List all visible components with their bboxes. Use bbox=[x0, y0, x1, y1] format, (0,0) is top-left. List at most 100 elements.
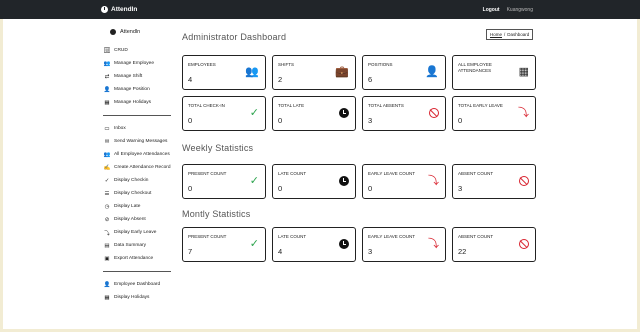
sidebar-item-crud[interactable]: 🗄 CRUD bbox=[103, 44, 173, 57]
card-label: LATE COUNT bbox=[278, 171, 307, 176]
monthly-statistics-title: Montly Statistics bbox=[182, 209, 251, 219]
card-label: TOTAL LATE bbox=[278, 103, 305, 108]
top-card-all-employee-attendances[interactable]: ALL EMPLOYEE ATTENDANCES ▦ bbox=[452, 55, 536, 90]
card-label: TOTAL CHECK-IN bbox=[188, 103, 225, 108]
top-nav-links: Logout Kuangwong bbox=[483, 0, 533, 19]
navbar-brand[interactable]: Attendln bbox=[101, 6, 137, 13]
sidebar-item-manage-employee[interactable]: 👥 Manage Employee bbox=[103, 57, 173, 70]
ban-icon bbox=[519, 176, 529, 189]
card-value: 0 bbox=[188, 184, 193, 193]
weekly-card-early-leave-count[interactable]: EARLY LEAVE COUNT 0 ⤵ bbox=[362, 164, 446, 199]
envelope-icon: ✉ bbox=[104, 138, 110, 145]
sidebar-group-admin: 🗄 CRUD 👥 Manage Employee ⇄ Manage Shift 👤 Manag… bbox=[103, 44, 173, 109]
list-icon: ☰ bbox=[104, 190, 110, 197]
top-card-positions[interactable]: POSITIONS 6 👤 bbox=[362, 55, 446, 90]
card-label: TOTAL ABSENTS bbox=[368, 103, 404, 108]
card-value: 3 bbox=[368, 247, 373, 256]
sidebar-item-manage-position[interactable]: 👤 Manage Position bbox=[103, 83, 173, 96]
arrow-down-icon: ⤵ bbox=[428, 238, 439, 250]
clock-icon bbox=[339, 239, 349, 252]
sidebar-item-display-checkout[interactable]: ☰ Display Checkout bbox=[103, 187, 173, 200]
card-label: ALL EMPLOYEE ATTENDANCES bbox=[458, 62, 492, 73]
card-value: 0 bbox=[188, 116, 193, 125]
sidebar-item-label: Manage Shift bbox=[114, 74, 143, 79]
today-card-total-early-leave[interactable]: TOTAL EARLY LEAVE 0 ⤵ bbox=[452, 96, 536, 131]
clock-icon bbox=[339, 176, 349, 189]
sidebar-item-display-checkin[interactable]: ✓ Display Checkin bbox=[103, 174, 173, 187]
check-icon: ✓ bbox=[249, 238, 259, 250]
card-label: ABSENT COUNT bbox=[458, 234, 494, 239]
ban-icon bbox=[429, 108, 439, 121]
monthly-card-early-leave-count[interactable]: EARLY LEAVE COUNT 3 ⤵ bbox=[362, 227, 446, 262]
weekly-card-late-count[interactable]: LATE COUNT 0 bbox=[272, 164, 356, 199]
weekly-card-absent-count[interactable]: ABSENT COUNT 3 bbox=[452, 164, 536, 199]
sidebar-item-manage-holidays[interactable]: ▦ Manage Holidays bbox=[103, 96, 173, 109]
sidebar-item-all-employee-attendances[interactable]: 👥 All Employee Attendances bbox=[103, 148, 173, 161]
logout-link[interactable]: Logout bbox=[483, 7, 500, 13]
users-icon: 👥 bbox=[103, 60, 111, 67]
sidebar: Attendln 🗄 CRUD 👥 Manage Employee ⇄ Manage Sh… bbox=[103, 19, 173, 329]
breadcrumb-home-link[interactable]: Home bbox=[490, 32, 502, 37]
arrow-down-icon: ⤵ bbox=[518, 107, 529, 119]
monthly-card-absent-count[interactable]: ABSENT COUNT 22 bbox=[452, 227, 536, 262]
card-label: ABSENT COUNT bbox=[458, 171, 494, 176]
sidebar-item-label: Data Summary bbox=[114, 243, 146, 248]
top-card-shifts[interactable]: SHIFTS 2 💼 bbox=[272, 55, 356, 90]
sidebar-brand[interactable]: Attendln bbox=[110, 29, 173, 35]
inbox-icon: ▭ bbox=[104, 125, 110, 132]
breadcrumb: Home / Dashboard bbox=[486, 29, 534, 40]
briefcase-clock-icon: 💼 bbox=[335, 66, 349, 78]
calendar-icon: ▦ bbox=[104, 99, 110, 106]
database-icon: 🗄 bbox=[103, 47, 111, 54]
sidebar-item-label: Display Holidays bbox=[114, 295, 150, 300]
top-navbar: Attendln Logout Kuangwong bbox=[0, 0, 640, 19]
sidebar-item-label: Send Warning Messages bbox=[114, 139, 168, 144]
weekly-card-present-count[interactable]: PRESENT COUNT 0 ✓ bbox=[182, 164, 266, 199]
sidebar-item-label: Manage Holidays bbox=[114, 100, 152, 105]
users-icon: 👥 bbox=[103, 151, 111, 158]
card-value: 0 bbox=[278, 116, 283, 125]
card-value: 22 bbox=[458, 247, 467, 256]
card-value: 7 bbox=[188, 247, 193, 256]
sidebar-item-create-attendance-record[interactable]: ✍ Create Attendance Record bbox=[103, 161, 173, 174]
card-value: 2 bbox=[278, 75, 283, 84]
card-label: LATE COUNT bbox=[278, 234, 307, 239]
card-label: PRESENT COUNT bbox=[188, 234, 227, 239]
card-label: PRESENT COUNT bbox=[188, 171, 227, 176]
sidebar-item-send-warning-messages[interactable]: ✉ Send Warning Messages bbox=[103, 135, 173, 148]
sidebar-item-label: Create Attendance Record bbox=[114, 165, 171, 170]
brand-logo-icon bbox=[101, 6, 108, 13]
toggle-icon: ⇄ bbox=[104, 73, 110, 80]
sidebar-item-label: Display Absent bbox=[114, 217, 146, 222]
today-card-total-late[interactable]: TOTAL LATE 0 bbox=[272, 96, 356, 131]
sidebar-item-data-summary[interactable]: ▤ Data Summary bbox=[103, 239, 173, 252]
sidebar-item-employee-dashboard[interactable]: 👤 Employee Dashboard bbox=[103, 278, 173, 291]
arrow-down-icon: ⤵ bbox=[428, 175, 439, 187]
user-icon: 👤 bbox=[103, 281, 111, 288]
sidebar-item-export-attendance[interactable]: ▣ Export Attendance bbox=[103, 252, 173, 265]
today-card-total-absents[interactable]: TOTAL ABSENTS 3 bbox=[362, 96, 446, 131]
sidebar-item-manage-shift[interactable]: ⇄ Manage Shift bbox=[103, 70, 173, 83]
sidebar-item-label: Export Attendance bbox=[114, 256, 154, 261]
sidebar-item-label: Manage Position bbox=[114, 87, 150, 92]
monthly-card-present-count[interactable]: PRESENT COUNT 7 ✓ bbox=[182, 227, 266, 262]
sidebar-item-display-early-leave[interactable]: ⤵ Display Early Leave bbox=[103, 226, 173, 239]
sidebar-item-display-absent[interactable]: ⊘ Display Absent bbox=[103, 213, 173, 226]
sidebar-item-display-late[interactable]: ◷ Display Late bbox=[103, 200, 173, 213]
breadcrumb-separator: / bbox=[504, 32, 506, 37]
monthly-card-late-count[interactable]: LATE COUNT 4 bbox=[272, 227, 356, 262]
check-icon: ✓ bbox=[249, 107, 259, 119]
top-card-employees[interactable]: EMPLOYEES 4 👥 bbox=[182, 55, 266, 90]
card-label: POSITIONS bbox=[368, 62, 393, 67]
sidebar-item-label: Display Checkin bbox=[114, 178, 149, 183]
sidebar-item-label: Inbox bbox=[114, 126, 126, 131]
card-label: TOTAL EARLY LEAVE bbox=[458, 103, 503, 108]
sidebar-item-inbox[interactable]: ▭ Inbox bbox=[103, 122, 173, 135]
today-card-total-check-in[interactable]: TOTAL CHECK-IN 0 ✓ bbox=[182, 96, 266, 131]
sidebar-item-label: Display Checkout bbox=[114, 191, 152, 196]
sidebar-item-display-holidays[interactable]: ▦ Display Holidays bbox=[103, 291, 173, 304]
sidebar-item-label: Display Late bbox=[114, 204, 141, 209]
sidebar-brand-label: Attendln bbox=[120, 29, 141, 35]
weekly-statistics-title: Weekly Statistics bbox=[182, 143, 254, 153]
brand-logo-icon bbox=[110, 29, 116, 35]
